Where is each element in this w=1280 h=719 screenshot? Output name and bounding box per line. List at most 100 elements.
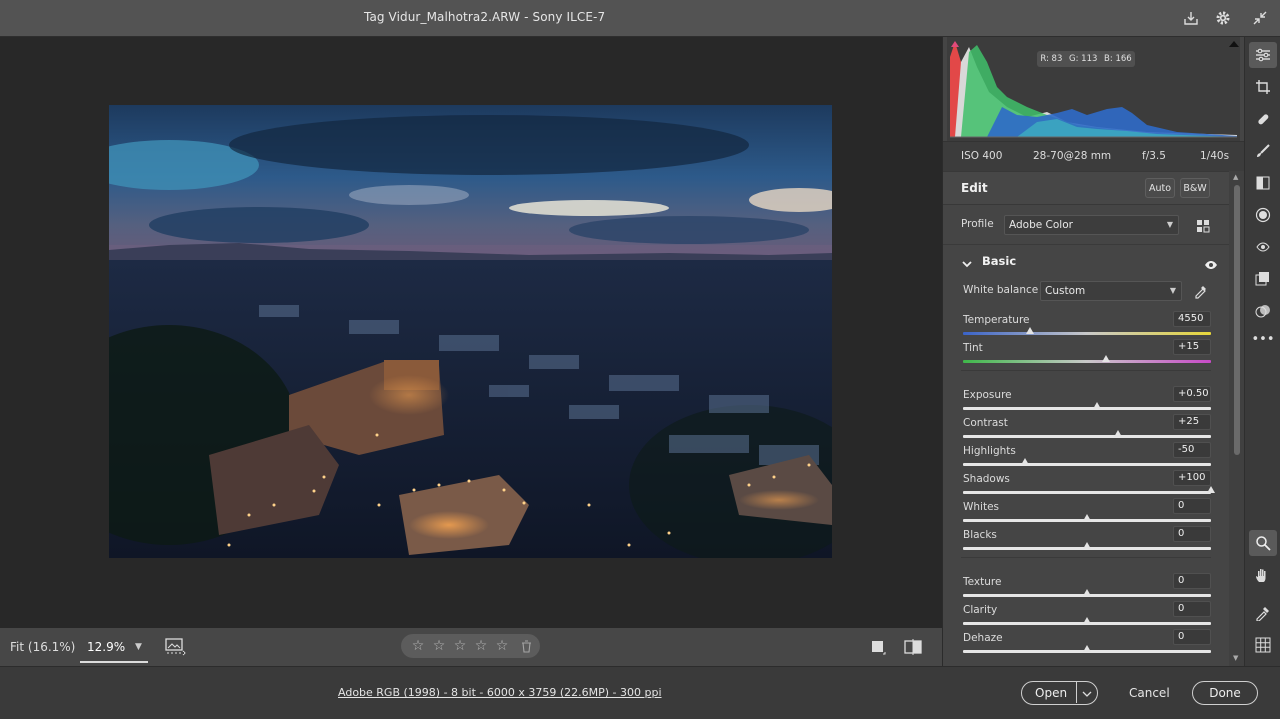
filmstrip-toggle-icon[interactable] — [165, 638, 187, 660]
title-bar: Tag Vidur_Malhotra2.ARW - Sony ILCE-7 — [0, 0, 1280, 37]
star-4-icon[interactable]: ☆ — [473, 639, 489, 653]
texture-thumb[interactable] — [1083, 589, 1091, 596]
tint-track[interactable] — [963, 360, 1211, 363]
contrast-label: Contrast — [963, 417, 1008, 429]
open-label: Open — [1035, 686, 1068, 700]
single-view-icon[interactable] — [870, 639, 886, 659]
whites-label: Whites — [963, 501, 1000, 513]
shadows-track[interactable] — [963, 491, 1211, 494]
color-sampler-icon[interactable] — [1253, 603, 1273, 623]
dehaze-value-field[interactable]: 0 — [1173, 629, 1211, 645]
highlights-thumb[interactable] — [1021, 458, 1029, 465]
clarity-thumb[interactable] — [1083, 617, 1091, 624]
eye-icon[interactable] — [1204, 255, 1218, 274]
temperature-slider[interactable]: Temperature 4550 — [961, 311, 1213, 337]
collapse-icon[interactable] — [1250, 8, 1270, 28]
highlights-label: Highlights — [963, 445, 1016, 457]
auto-button[interactable]: Auto — [1145, 178, 1175, 198]
blacks-label: Blacks — [963, 529, 997, 541]
basic-section-title: Basic — [982, 254, 1017, 268]
panel-scrollbar[interactable]: ▲ ▼ — [1229, 171, 1245, 666]
workflow-options-link[interactable]: Adobe RGB (1998) - 8 bit - 6000 x 3759 (… — [338, 686, 662, 699]
bw-button[interactable]: B&W — [1180, 178, 1210, 198]
linear-gradient-icon[interactable] — [1253, 173, 1273, 193]
tint-value-field[interactable]: +15 — [1173, 339, 1211, 355]
temperature-label: Temperature — [963, 314, 1030, 326]
tint-slider[interactable]: Tint +15 — [961, 339, 1213, 365]
zoom-level-select[interactable]: 12.9% ▼ — [80, 633, 148, 663]
cancel-button[interactable]: Cancel — [1129, 686, 1170, 700]
photo-preview[interactable] — [109, 105, 832, 558]
exposure-slider[interactable]: Exposure +0.50 — [961, 386, 1213, 412]
chevron-down-icon[interactable] — [961, 254, 973, 273]
before-after-icon[interactable] — [904, 638, 922, 660]
star-1-icon[interactable]: ☆ — [410, 639, 426, 653]
highlights-track[interactable] — [963, 463, 1211, 466]
temperature-thumb[interactable] — [1025, 327, 1034, 334]
done-button[interactable]: Done — [1192, 681, 1258, 705]
fit-zoom-button[interactable]: Fit (16.1%) — [10, 640, 75, 654]
chevron-down-icon[interactable] — [1082, 687, 1092, 701]
contrast-track[interactable] — [963, 435, 1211, 438]
contrast-value-field[interactable]: +25 — [1173, 414, 1211, 430]
blacks-slider[interactable]: Blacks 0 — [961, 526, 1213, 552]
edit-sliders-icon[interactable] — [1249, 42, 1277, 68]
hand-icon[interactable] — [1253, 565, 1273, 585]
blacks-value-field[interactable]: 0 — [1173, 526, 1211, 542]
clarity-slider[interactable]: Clarity 0 — [961, 601, 1213, 627]
profile-browser-icon[interactable] — [1196, 218, 1210, 237]
snapshots-icon[interactable] — [1253, 269, 1273, 289]
texture-slider[interactable]: Texture 0 — [961, 573, 1213, 599]
dehaze-slider[interactable]: Dehaze 0 — [961, 629, 1213, 655]
more-icon[interactable]: ••• — [1252, 329, 1275, 349]
chevron-down-icon: ▼ — [1166, 220, 1173, 229]
eyedropper-icon[interactable] — [1193, 283, 1209, 303]
open-button[interactable]: Open — [1021, 681, 1098, 705]
basic-section-header[interactable]: Basic — [943, 244, 1229, 274]
window-title: Tag Vidur_Malhotra2.ARW - Sony ILCE-7 — [364, 10, 606, 24]
contrast-thumb[interactable] — [1114, 430, 1122, 437]
grid-icon[interactable] — [1253, 635, 1273, 655]
lens-value: 28-70@28 mm — [1033, 150, 1112, 162]
brush-icon[interactable] — [1253, 141, 1273, 161]
highlights-value-field[interactable]: -50 — [1173, 442, 1211, 458]
trash-icon[interactable] — [515, 639, 537, 653]
shadows-thumb[interactable] — [1207, 486, 1215, 493]
tint-thumb[interactable] — [1101, 355, 1110, 362]
scroll-down-icon[interactable]: ▼ — [1233, 654, 1238, 662]
exposure-thumb[interactable] — [1092, 402, 1101, 409]
scroll-thumb[interactable] — [1234, 185, 1240, 455]
star-2-icon[interactable]: ☆ — [431, 639, 447, 653]
temperature-value-field[interactable]: 4550 — [1173, 311, 1211, 327]
clarity-value-field[interactable]: 0 — [1173, 601, 1211, 617]
contrast-slider[interactable]: Contrast +25 — [961, 414, 1213, 440]
texture-label: Texture — [963, 576, 1002, 588]
gear-icon[interactable] — [1213, 8, 1233, 28]
crop-icon[interactable] — [1253, 77, 1273, 97]
image-canvas[interactable] — [0, 37, 942, 628]
star-5-icon[interactable]: ☆ — [494, 639, 510, 653]
star-3-icon[interactable]: ☆ — [452, 639, 468, 653]
whites-slider[interactable]: Whites 0 — [961, 498, 1213, 524]
dehaze-thumb[interactable] — [1083, 645, 1091, 652]
aperture-value: f/3.5 — [1142, 150, 1166, 162]
save-download-icon[interactable] — [1181, 8, 1201, 28]
texture-value-field[interactable]: 0 — [1173, 573, 1211, 589]
whites-thumb[interactable] — [1083, 514, 1091, 521]
radial-gradient-icon[interactable] — [1253, 205, 1273, 225]
healing-icon[interactable] — [1253, 109, 1273, 129]
shadows-slider[interactable]: Shadows +100 — [961, 470, 1215, 496]
white-balance-select[interactable]: Custom ▼ — [1040, 281, 1182, 301]
shadows-value-field[interactable]: +100 — [1173, 470, 1211, 486]
temperature-track[interactable] — [963, 332, 1211, 335]
presets-icon[interactable] — [1253, 301, 1273, 321]
exposure-value-field[interactable]: +0.50 — [1173, 386, 1211, 402]
exposure-track[interactable] — [963, 407, 1211, 410]
blacks-thumb[interactable] — [1083, 542, 1091, 549]
zoom-icon[interactable] — [1249, 530, 1277, 556]
red-eye-icon[interactable] — [1253, 237, 1273, 257]
scroll-up-icon[interactable]: ▲ — [1233, 173, 1238, 181]
whites-value-field[interactable]: 0 — [1173, 498, 1211, 514]
highlights-slider[interactable]: Highlights -50 — [961, 442, 1213, 468]
profile-select[interactable]: Adobe Color ▼ — [1004, 215, 1179, 235]
